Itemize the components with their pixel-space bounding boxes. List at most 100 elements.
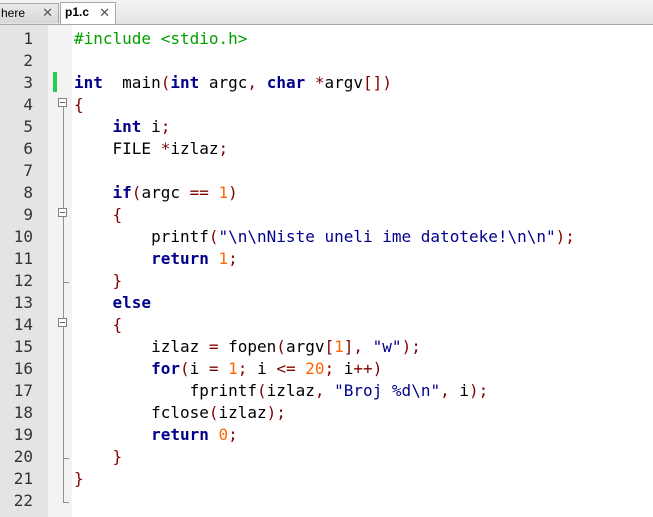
code-token: ++) xyxy=(353,359,383,378)
code-token: } xyxy=(74,469,84,488)
code-line[interactable]: 15 izlaz = fopen(argv[1], "w"); xyxy=(0,336,653,358)
code-line[interactable]: 10 printf("\n\nNiste uneli ime datoteke!… xyxy=(0,226,653,248)
line-number: 14 xyxy=(13,315,33,334)
line-number: 9 xyxy=(23,205,33,224)
code-line[interactable]: 18 fclose(izlaz); xyxy=(0,402,653,424)
code-token: argc xyxy=(141,183,190,202)
code-token: ( xyxy=(208,403,219,422)
code-token: FILE xyxy=(74,139,161,158)
code-text: int main(int argc, char *argv[]) xyxy=(74,72,392,94)
code-token: ; xyxy=(228,249,238,268)
code-line[interactable]: 22 xyxy=(0,490,653,512)
code-token: fprintf xyxy=(74,381,258,400)
fold-toggle-icon[interactable] xyxy=(58,98,67,107)
code-line[interactable]: 6 FILE *izlaz; xyxy=(0,138,653,160)
code-line[interactable]: 3 int main(int argc, char *argv[]) xyxy=(0,72,653,94)
code-token: ( xyxy=(179,359,190,378)
code-token: argc xyxy=(199,73,248,92)
code-token: 1 xyxy=(228,359,238,378)
code-token: , xyxy=(247,73,258,92)
code-line[interactable]: 21} xyxy=(0,468,653,490)
code-text: FILE *izlaz; xyxy=(74,138,229,160)
code-line[interactable]: 9 { xyxy=(0,204,653,226)
code-token: ( xyxy=(208,227,219,246)
code-token: char xyxy=(257,73,306,92)
code-text: fprintf(izlaz, "Broj %d\n", i); xyxy=(74,380,489,402)
tab-bar: here ✕ p1.c ✕ xyxy=(0,0,653,25)
code-line[interactable]: 20 } xyxy=(0,446,653,468)
code-token: * xyxy=(160,139,171,158)
code-token: * xyxy=(314,73,325,92)
code-token: ( xyxy=(160,73,171,92)
code-token: ); xyxy=(555,227,575,246)
code-text: return 1; xyxy=(74,248,238,270)
code-line[interactable]: 7 xyxy=(0,160,653,182)
code-line[interactable]: 1 #include <stdio.h> xyxy=(0,28,653,50)
code-line[interactable]: 17 fprintf(izlaz, "Broj %d\n", i); xyxy=(0,380,653,402)
code-token: int xyxy=(74,73,103,92)
line-number: 15 xyxy=(13,337,33,356)
code-line[interactable]: 19 return 0; xyxy=(0,424,653,446)
code-text: { xyxy=(74,94,84,116)
code-token: == xyxy=(189,183,209,202)
code-token: izlaz xyxy=(74,337,209,356)
tab-here[interactable]: here ✕ xyxy=(0,3,59,23)
code-line[interactable]: 16 for(i = 1; i <= 20; i++) xyxy=(0,358,653,380)
code-token: ( xyxy=(131,183,142,202)
code-line[interactable]: 14 { xyxy=(0,314,653,336)
code-line[interactable]: 2 xyxy=(0,50,653,72)
line-number: 13 xyxy=(13,293,33,312)
code-text: } xyxy=(74,270,123,292)
code-token: 1 xyxy=(218,249,229,268)
code-text: for(i = 1; i <= 20; i++) xyxy=(74,358,382,380)
code-text: printf("\n\nNiste uneli ime datoteke!\n\… xyxy=(74,226,575,248)
code-text: else xyxy=(74,292,152,314)
code-token: "Broj %d\n" xyxy=(334,381,441,400)
code-line[interactable]: 12 } xyxy=(0,270,653,292)
line-number: 22 xyxy=(13,491,33,510)
code-token: ; xyxy=(218,139,229,158)
code-token: { xyxy=(112,205,123,224)
code-token: 20 xyxy=(305,359,325,378)
code-token: izlaz xyxy=(170,139,219,158)
code-line[interactable]: 13 else xyxy=(0,292,653,314)
code-text: } xyxy=(74,446,123,468)
code-token: } xyxy=(112,447,123,466)
fold-end-marker xyxy=(63,502,69,503)
code-line[interactable]: 11 return 1; xyxy=(0,248,653,270)
tab-p1-c[interactable]: p1.c ✕ xyxy=(60,2,116,24)
code-token: int xyxy=(112,117,142,136)
code-line[interactable]: 4{ xyxy=(0,94,653,116)
code-text: return 0; xyxy=(74,424,238,446)
code-token: if xyxy=(112,183,132,202)
line-number: 20 xyxy=(13,447,33,466)
fold-toggle-icon[interactable] xyxy=(58,318,67,327)
code-editor[interactable]: 1 #include <stdio.h> 2 3 int main(int argc, … xyxy=(0,28,653,512)
code-token: ); xyxy=(266,403,286,422)
close-icon[interactable]: ✕ xyxy=(42,4,53,22)
code-line[interactable]: 5 int i; xyxy=(0,116,653,138)
close-icon[interactable]: ✕ xyxy=(99,4,110,22)
line-number: 18 xyxy=(13,403,33,422)
line-number: 16 xyxy=(13,359,33,378)
code-text: } xyxy=(74,468,84,490)
line-number: 3 xyxy=(23,73,33,92)
code-token: ; xyxy=(237,359,248,378)
code-token: i xyxy=(141,117,161,136)
code-token: ) xyxy=(228,183,238,202)
code-token: izlaz xyxy=(266,381,315,400)
fold-toggle-icon[interactable] xyxy=(58,208,67,217)
line-number: 6 xyxy=(23,139,33,158)
code-line[interactable]: 8 if(argc == 1) xyxy=(0,182,653,204)
code-token: else xyxy=(112,293,152,312)
